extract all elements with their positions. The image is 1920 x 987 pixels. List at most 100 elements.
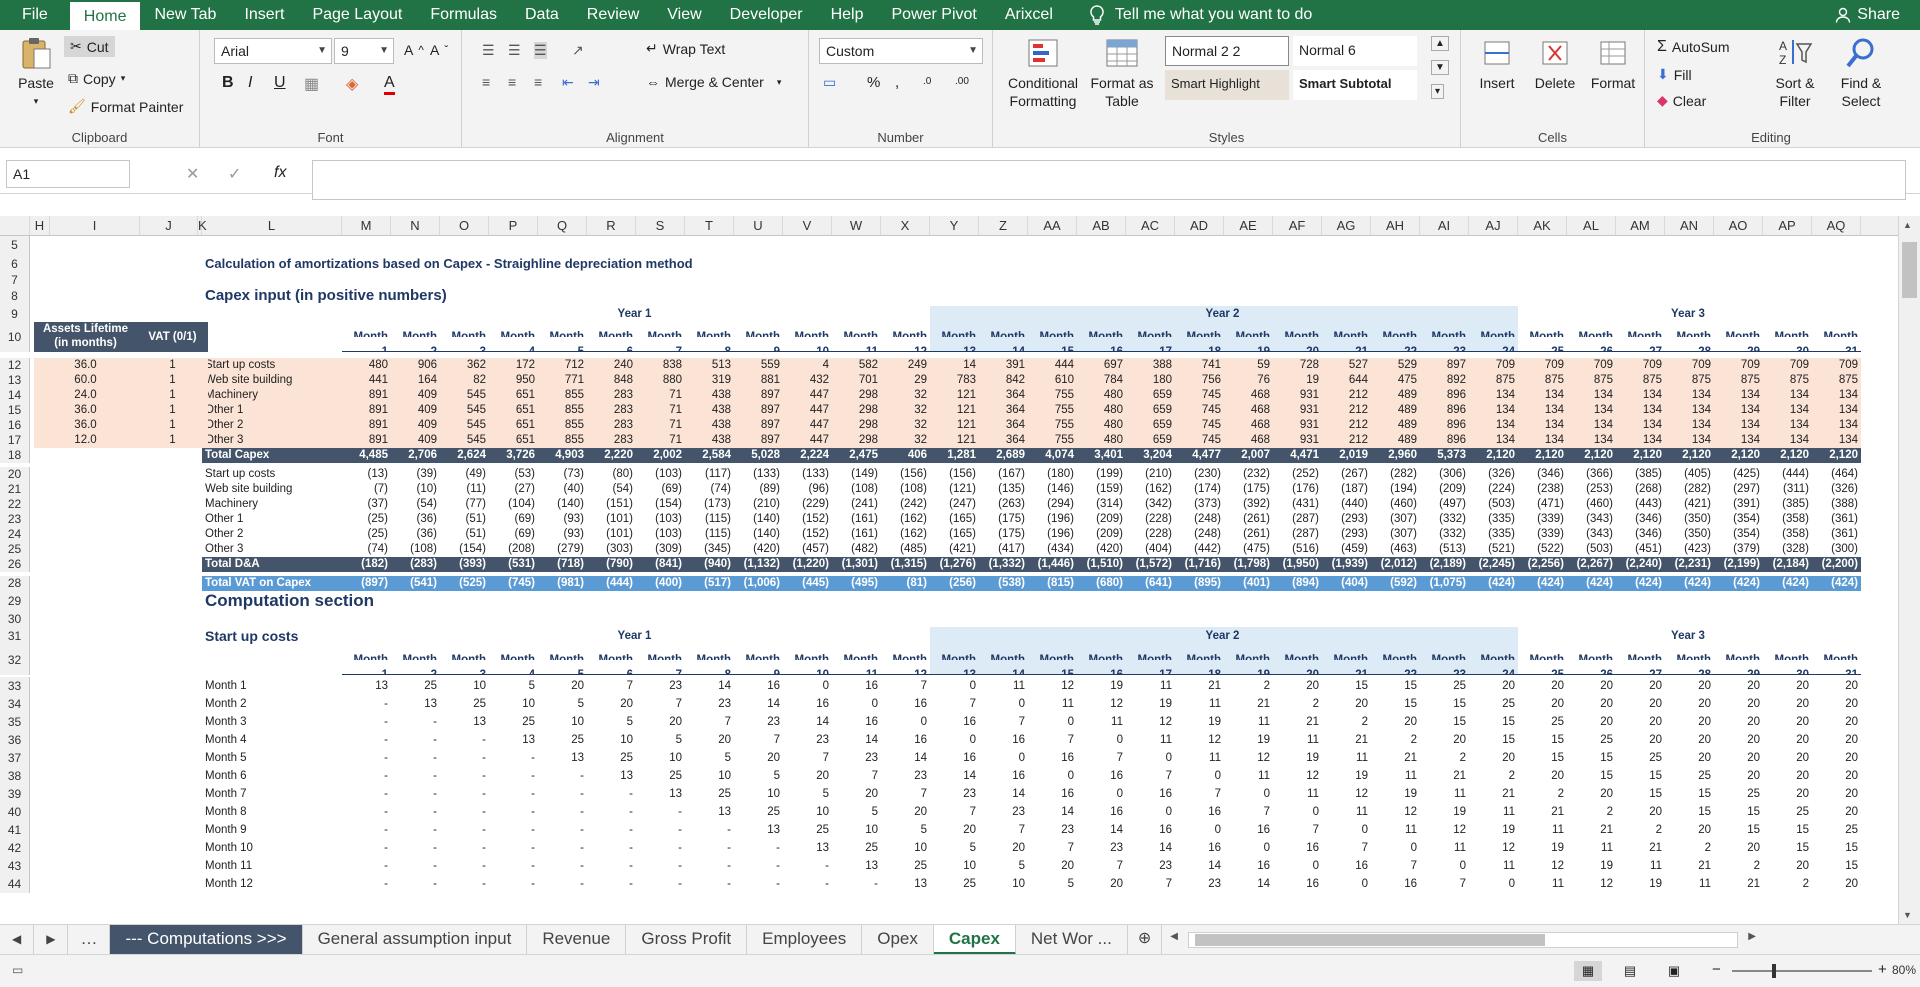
tab-page-layout[interactable]: Page Layout [298, 0, 416, 30]
value-cell[interactable]: 21 [1714, 875, 1763, 893]
value-cell[interactable]: 15 [1665, 803, 1714, 821]
column-header[interactable]: Q [538, 216, 587, 235]
value-cell[interactable]: 881 [734, 373, 783, 388]
value-cell[interactable]: 545 [440, 433, 489, 448]
value-cell[interactable]: - [391, 731, 440, 749]
align-middle-icon[interactable]: ☰ [508, 42, 521, 59]
value-cell[interactable]: 709 [1812, 358, 1861, 373]
value-cell[interactable]: 10 [734, 785, 783, 803]
value-cell[interactable]: 364 [979, 433, 1028, 448]
value-cell[interactable]: 2,584 [685, 448, 734, 463]
value-cell[interactable]: 20 [1518, 695, 1567, 713]
month-label[interactable]: Month [391, 322, 440, 337]
value-cell[interactable]: (354) [1714, 512, 1763, 527]
row-header[interactable]: 43 [0, 857, 30, 875]
value-cell[interactable]: 745 [1175, 433, 1224, 448]
value-cell[interactable]: 16 [1077, 803, 1126, 821]
value-cell[interactable]: 249 [881, 358, 930, 373]
increase-font-icon[interactable]: A ^ [404, 42, 424, 58]
row-header[interactable]: 5 [0, 236, 30, 254]
month-label[interactable]: Month [1469, 322, 1518, 337]
value-cell[interactable]: 0 [1420, 857, 1469, 875]
value-cell[interactable]: - [636, 875, 685, 893]
value-cell[interactable]: (404) [1126, 542, 1175, 557]
value-cell[interactable]: (209) [1077, 527, 1126, 542]
month-label[interactable]: Month [783, 645, 832, 660]
value-cell[interactable]: (103) [636, 527, 685, 542]
value-cell[interactable]: - [440, 821, 489, 839]
value-cell[interactable]: (182) [342, 557, 391, 572]
value-cell[interactable]: (252) [1273, 467, 1322, 482]
value-cell[interactable]: 783 [930, 373, 979, 388]
value-cell[interactable]: 23 [636, 677, 685, 695]
value-cell[interactable]: 16 [1371, 875, 1420, 893]
row-header[interactable]: 38 [0, 767, 30, 785]
value-cell[interactable]: (180) [1028, 467, 1077, 482]
value-cell[interactable]: 25 [587, 749, 636, 767]
tab-home[interactable]: Home [69, 0, 141, 30]
month-label[interactable]: Month [979, 322, 1028, 337]
value-cell[interactable]: (140) [538, 497, 587, 512]
value-cell[interactable]: 2 [1714, 857, 1763, 875]
value-cell[interactable]: (503) [1567, 542, 1616, 557]
styles-scroll-down-icon[interactable]: ▼ [1431, 60, 1449, 75]
value-cell[interactable]: 0 [1126, 749, 1175, 767]
month-label[interactable]: Month [1714, 645, 1763, 660]
value-cell[interactable]: (69) [489, 527, 538, 542]
zoom-level[interactable]: 80% [1880, 963, 1916, 977]
value-cell[interactable]: 891 [342, 388, 391, 403]
font-color-icon[interactable]: A [384, 74, 395, 95]
row-header[interactable]: 10 [0, 322, 30, 352]
value-cell[interactable]: 7 [930, 695, 979, 713]
value-cell[interactable]: 134 [1518, 433, 1567, 448]
value-cell[interactable]: 21 [1567, 821, 1616, 839]
value-cell[interactable]: 15 [1567, 767, 1616, 785]
value-cell[interactable]: (400) [636, 576, 685, 591]
value-cell[interactable]: (460) [1567, 497, 1616, 512]
value-cell[interactable]: 25 [538, 731, 587, 749]
value-cell[interactable]: 20 [1763, 695, 1812, 713]
value-cell[interactable]: 475 [1371, 373, 1420, 388]
month-label[interactable]: Month [1224, 645, 1273, 660]
value-cell[interactable]: 20 [1665, 731, 1714, 749]
value-cell[interactable]: 11 [1371, 767, 1420, 785]
value-cell[interactable]: (405) [1665, 467, 1714, 482]
value-cell[interactable]: (424) [1518, 576, 1567, 591]
value-cell[interactable]: 12 [1126, 713, 1175, 731]
value-cell[interactable]: (417) [979, 542, 1028, 557]
value-cell[interactable]: 0 [1077, 785, 1126, 803]
month-label[interactable]: Month [930, 645, 979, 660]
format-cells-button[interactable]: Format [1585, 36, 1641, 92]
value-cell[interactable]: 7 [1420, 875, 1469, 893]
value-cell[interactable]: 10 [930, 857, 979, 875]
value-cell[interactable]: 784 [1077, 373, 1126, 388]
value-cell[interactable]: 709 [1665, 358, 1714, 373]
value-cell[interactable]: (162) [881, 512, 930, 527]
value-cell[interactable]: - [489, 749, 538, 767]
value-cell[interactable]: (156) [930, 467, 979, 482]
value-cell[interactable]: 15 [1812, 857, 1861, 875]
row-header[interactable]: 28 [0, 576, 30, 591]
value-cell[interactable]: (121) [930, 482, 979, 497]
column-header[interactable]: Y [930, 216, 979, 235]
value-cell[interactable]: 559 [734, 358, 783, 373]
value-cell[interactable]: (96) [783, 482, 832, 497]
vat-cell[interactable]: 1 [140, 403, 208, 418]
month-label[interactable]: Month [832, 322, 881, 337]
value-cell[interactable]: 13 [440, 713, 489, 731]
row-header[interactable]: 14 [0, 388, 30, 403]
value-cell[interactable]: 409 [391, 418, 440, 433]
align-left-icon[interactable]: ≡ [482, 74, 490, 90]
clear-button[interactable]: ◆ Clear [1657, 92, 1706, 109]
row-label[interactable]: Month 5 [202, 749, 342, 767]
value-cell[interactable]: - [342, 767, 391, 785]
row-header[interactable]: 42 [0, 839, 30, 857]
value-cell[interactable]: 755 [1028, 403, 1077, 418]
value-cell[interactable]: 4,471 [1273, 448, 1322, 463]
value-cell[interactable]: 240 [587, 358, 636, 373]
value-cell[interactable]: (531) [489, 557, 538, 572]
value-cell[interactable]: 480 [1077, 433, 1126, 448]
value-cell[interactable]: - [587, 785, 636, 803]
month-label[interactable]: Month [685, 645, 734, 660]
value-cell[interactable]: 20 [1763, 677, 1812, 695]
